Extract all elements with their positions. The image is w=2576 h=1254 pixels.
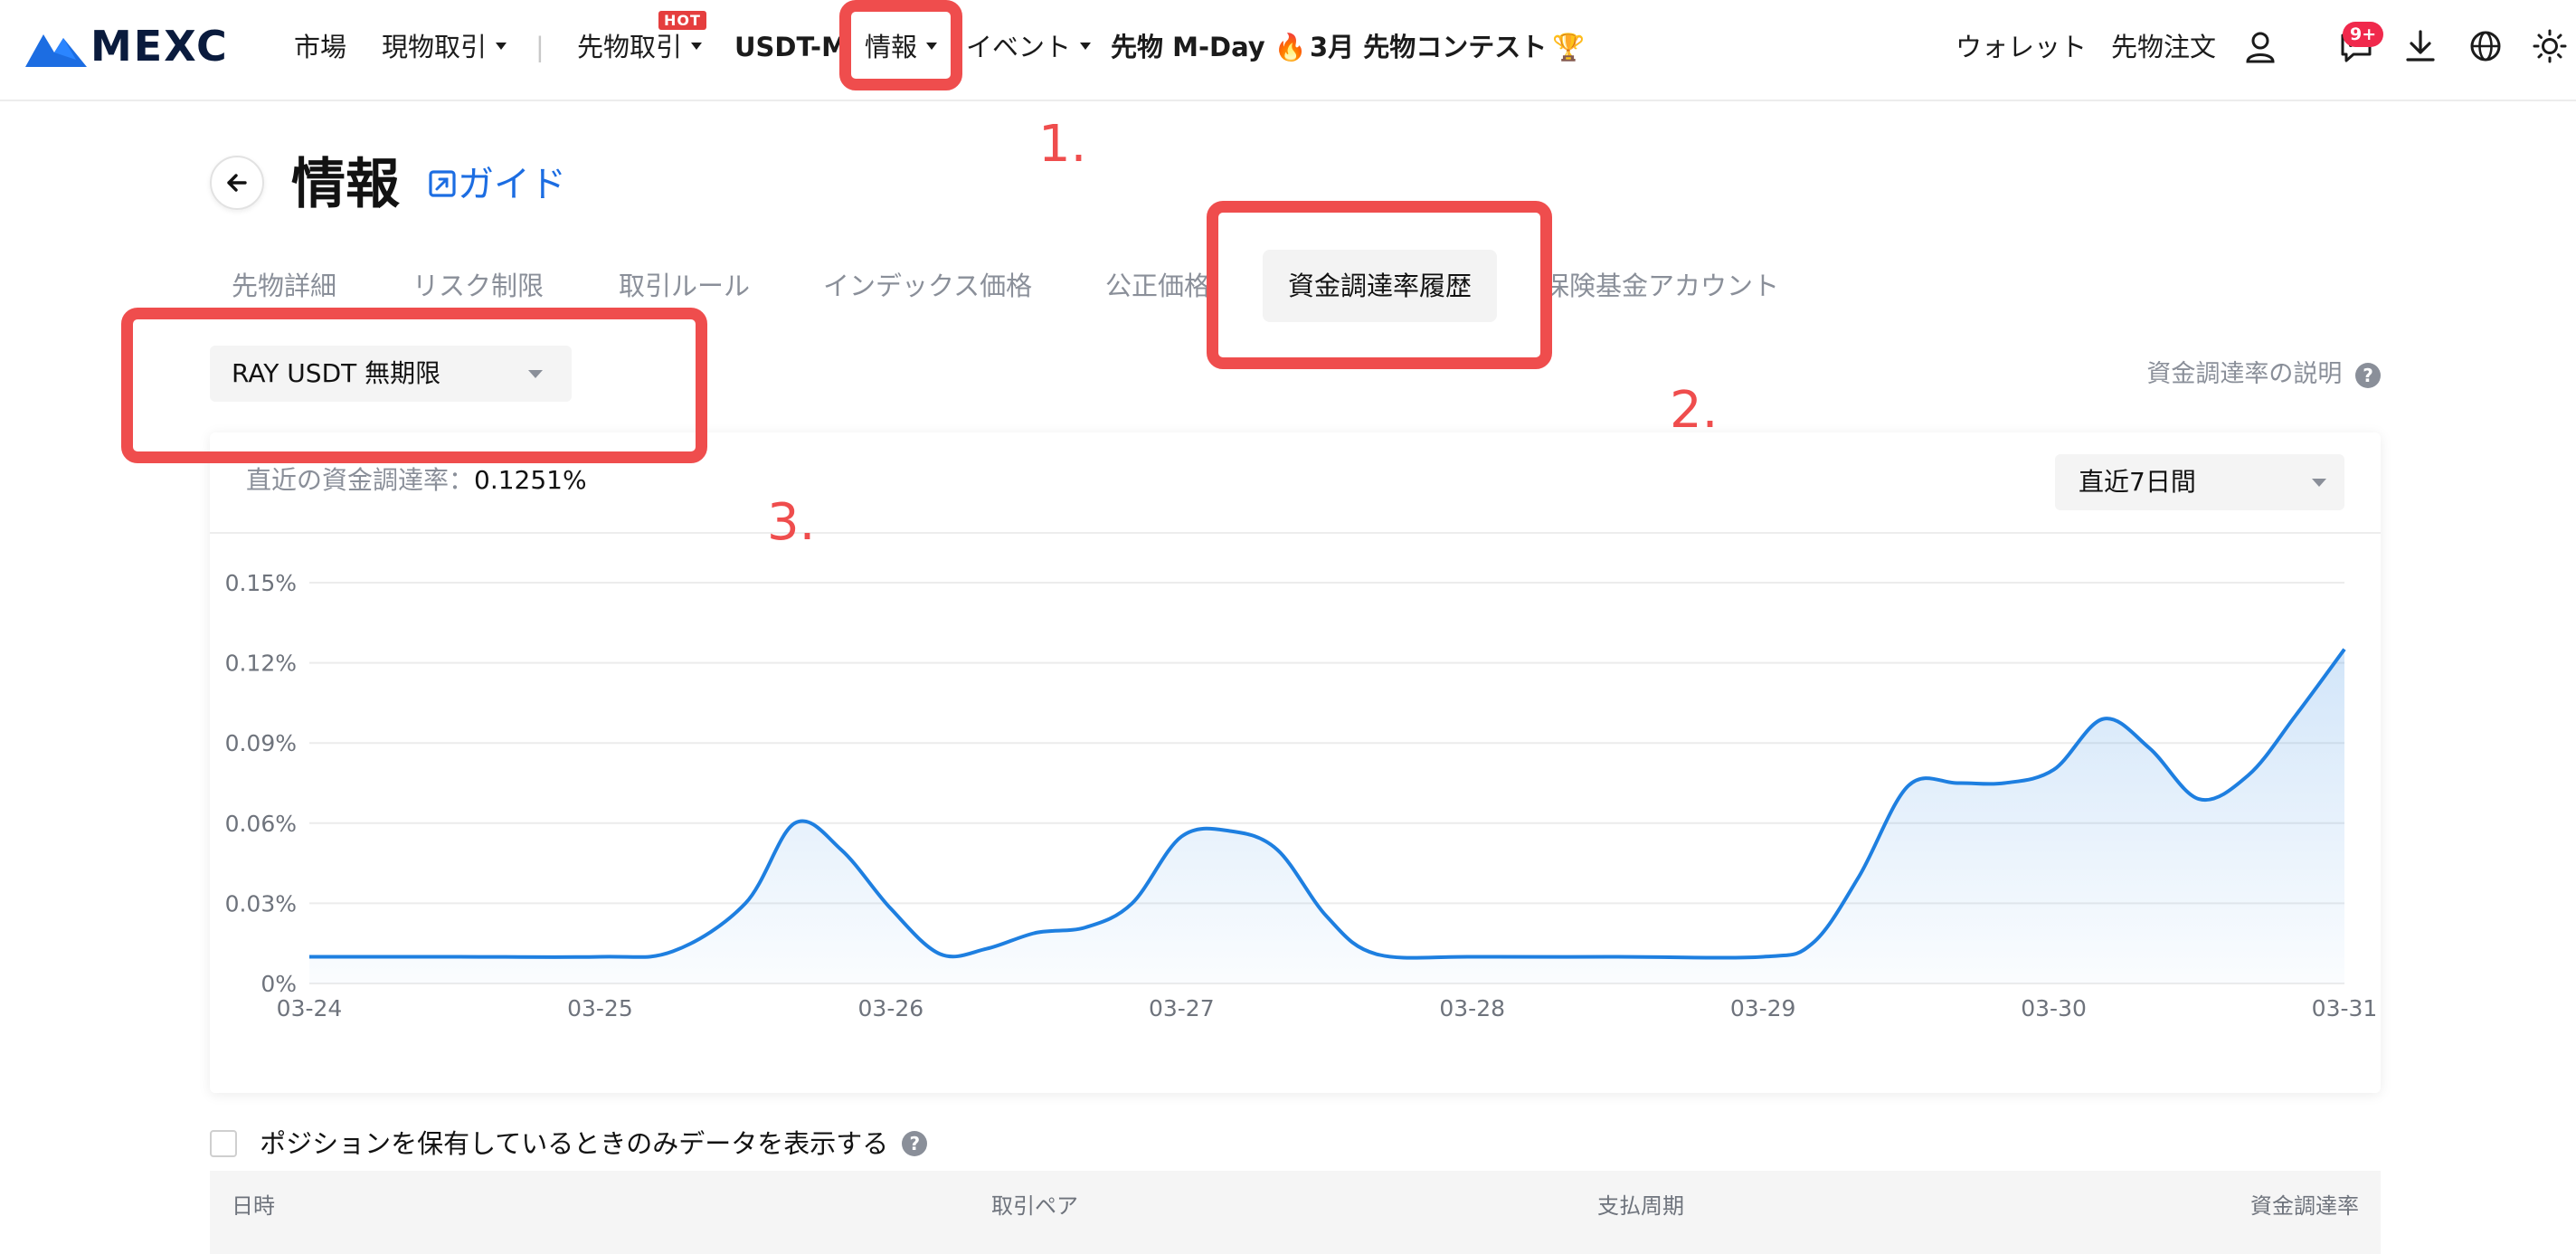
chevron-down-icon xyxy=(691,43,703,50)
tab-risk-limits[interactable]: リスク制限 xyxy=(412,268,544,304)
mexc-mountain-icon xyxy=(25,34,87,67)
chevron-down-icon xyxy=(496,43,507,50)
chart-area xyxy=(309,649,2344,983)
tab-futures-details[interactable]: 先物詳細 xyxy=(232,268,336,304)
annotation-box-pair-select xyxy=(121,308,707,463)
x-tick-label: 03-30 xyxy=(2021,995,2087,1021)
back-button[interactable] xyxy=(210,156,264,210)
download-icon[interactable] xyxy=(2404,29,2437,63)
x-tick-label: 03-29 xyxy=(1730,995,1796,1021)
mexc-logo[interactable]: MEXC xyxy=(22,22,266,72)
annotation-number-2: 2. xyxy=(1670,381,1719,440)
y-tick-label: 0.12% xyxy=(225,651,297,677)
latest-funding-rate: 直近の資金調達率：0.1251% xyxy=(246,463,587,498)
x-tick-label: 03-27 xyxy=(1149,995,1215,1021)
annotation-box-info-menu xyxy=(839,0,962,90)
period-select[interactable]: 直近7日間 xyxy=(2055,454,2344,510)
x-tick-label: 03-26 xyxy=(858,995,924,1021)
period-select-value: 直近7日間 xyxy=(2079,467,2196,497)
funding-history-table-header: 日時 取引ペア 支払周期 資金調達率 xyxy=(210,1171,2381,1254)
y-tick-label: 0.03% xyxy=(225,890,297,917)
logo-text: MEXC xyxy=(90,22,229,71)
y-tick-label: 0.09% xyxy=(225,730,297,756)
fire-icon: 🔥 xyxy=(1274,32,1307,62)
help-icon: ? xyxy=(2355,363,2381,388)
nav-events[interactable]: イベント xyxy=(966,29,1092,65)
funding-rate-explanation-link[interactable]: 資金調達率の説明 ? xyxy=(2146,358,2381,391)
page-title: 情報 xyxy=(291,153,400,216)
nav-futures-contest[interactable]: 3月 先物コンテスト 🏆 xyxy=(1310,29,1585,65)
position-only-label: ポジションを保有しているときのみデータを表示する xyxy=(260,1128,889,1159)
guide-link[interactable]: ガイド xyxy=(427,159,566,210)
globe-icon[interactable] xyxy=(2469,30,2502,62)
position-only-filter[interactable]: ポジションを保有しているときのみデータを表示する ? xyxy=(210,1127,928,1160)
hot-badge: HOT xyxy=(658,11,706,30)
tab-fair-price[interactable]: 公正価格 xyxy=(1105,268,1210,304)
nav-wallet[interactable]: ウォレット xyxy=(1956,29,2087,65)
arrow-left-icon xyxy=(227,174,247,192)
nav-futures-orders[interactable]: 先物注文 xyxy=(2111,29,2216,65)
funding-rate-card: 直近の資金調達率：0.1251% 直近7日間 0% 0.03% 0.06% 0.09%… xyxy=(210,432,2381,1093)
x-tick-label: 03-24 xyxy=(277,995,343,1021)
latest-rate-label: 直近の資金調達率： xyxy=(246,465,475,495)
latest-rate-value: 0.1251% xyxy=(474,465,587,495)
position-only-checkbox[interactable] xyxy=(210,1130,237,1157)
user-icon[interactable] xyxy=(2245,31,2276,63)
column-header-payment-interval: 支払周期 xyxy=(1597,1193,1684,1219)
column-header-pair: 取引ペア xyxy=(991,1193,1078,1219)
chevron-down-icon xyxy=(1080,43,1092,50)
notification-badge: 9+ xyxy=(2343,22,2384,47)
x-tick-label: 03-28 xyxy=(1439,995,1505,1021)
nav-usdt-m[interactable]: USDT-M xyxy=(734,29,848,65)
nav-m-day[interactable]: 先物 M-Day 🔥 xyxy=(1111,29,1307,65)
y-tick-label: 0% xyxy=(260,971,297,997)
nav-spot-trading[interactable]: 現物取引 xyxy=(382,29,507,65)
column-header-time: 日時 xyxy=(232,1193,275,1219)
annotation-box-funding-tab xyxy=(1207,201,1552,369)
top-navigation: MEXC 市場 現物取引 | HOT 先物取引 USDT-M 情報 イベント 先… xyxy=(0,0,2576,101)
annotation-number-1: 1. xyxy=(1038,115,1087,174)
tab-insurance-fund[interactable]: 保険基金アカウント xyxy=(1543,268,1779,304)
y-tick-label: 0.06% xyxy=(225,811,297,837)
caret-down-icon xyxy=(2312,479,2326,487)
nav-futures-trading[interactable]: 先物取引 xyxy=(577,29,703,65)
nav-market[interactable]: 市場 xyxy=(294,29,346,65)
tab-index-price[interactable]: インデックス価格 xyxy=(823,268,1032,304)
annotation-number-3: 3. xyxy=(767,493,816,552)
trophy-icon: 🏆 xyxy=(1552,32,1586,62)
funding-rate-chart: 0% 0.03% 0.06% 0.09% 0.12% 0.15% 03-24 03-25 03-… xyxy=(225,570,2378,1021)
help-icon: ? xyxy=(902,1131,928,1156)
x-tick-label: 03-31 xyxy=(2312,995,2378,1021)
sun-icon[interactable] xyxy=(2533,29,2567,63)
tab-trading-rules[interactable]: 取引ルール xyxy=(619,268,750,304)
x-tick-label: 03-25 xyxy=(567,995,633,1021)
guide-icon xyxy=(429,170,456,197)
y-tick-label: 0.15% xyxy=(225,570,297,596)
column-header-funding-rate: 資金調達率 xyxy=(2250,1193,2359,1219)
nav-divider: | xyxy=(535,32,545,62)
